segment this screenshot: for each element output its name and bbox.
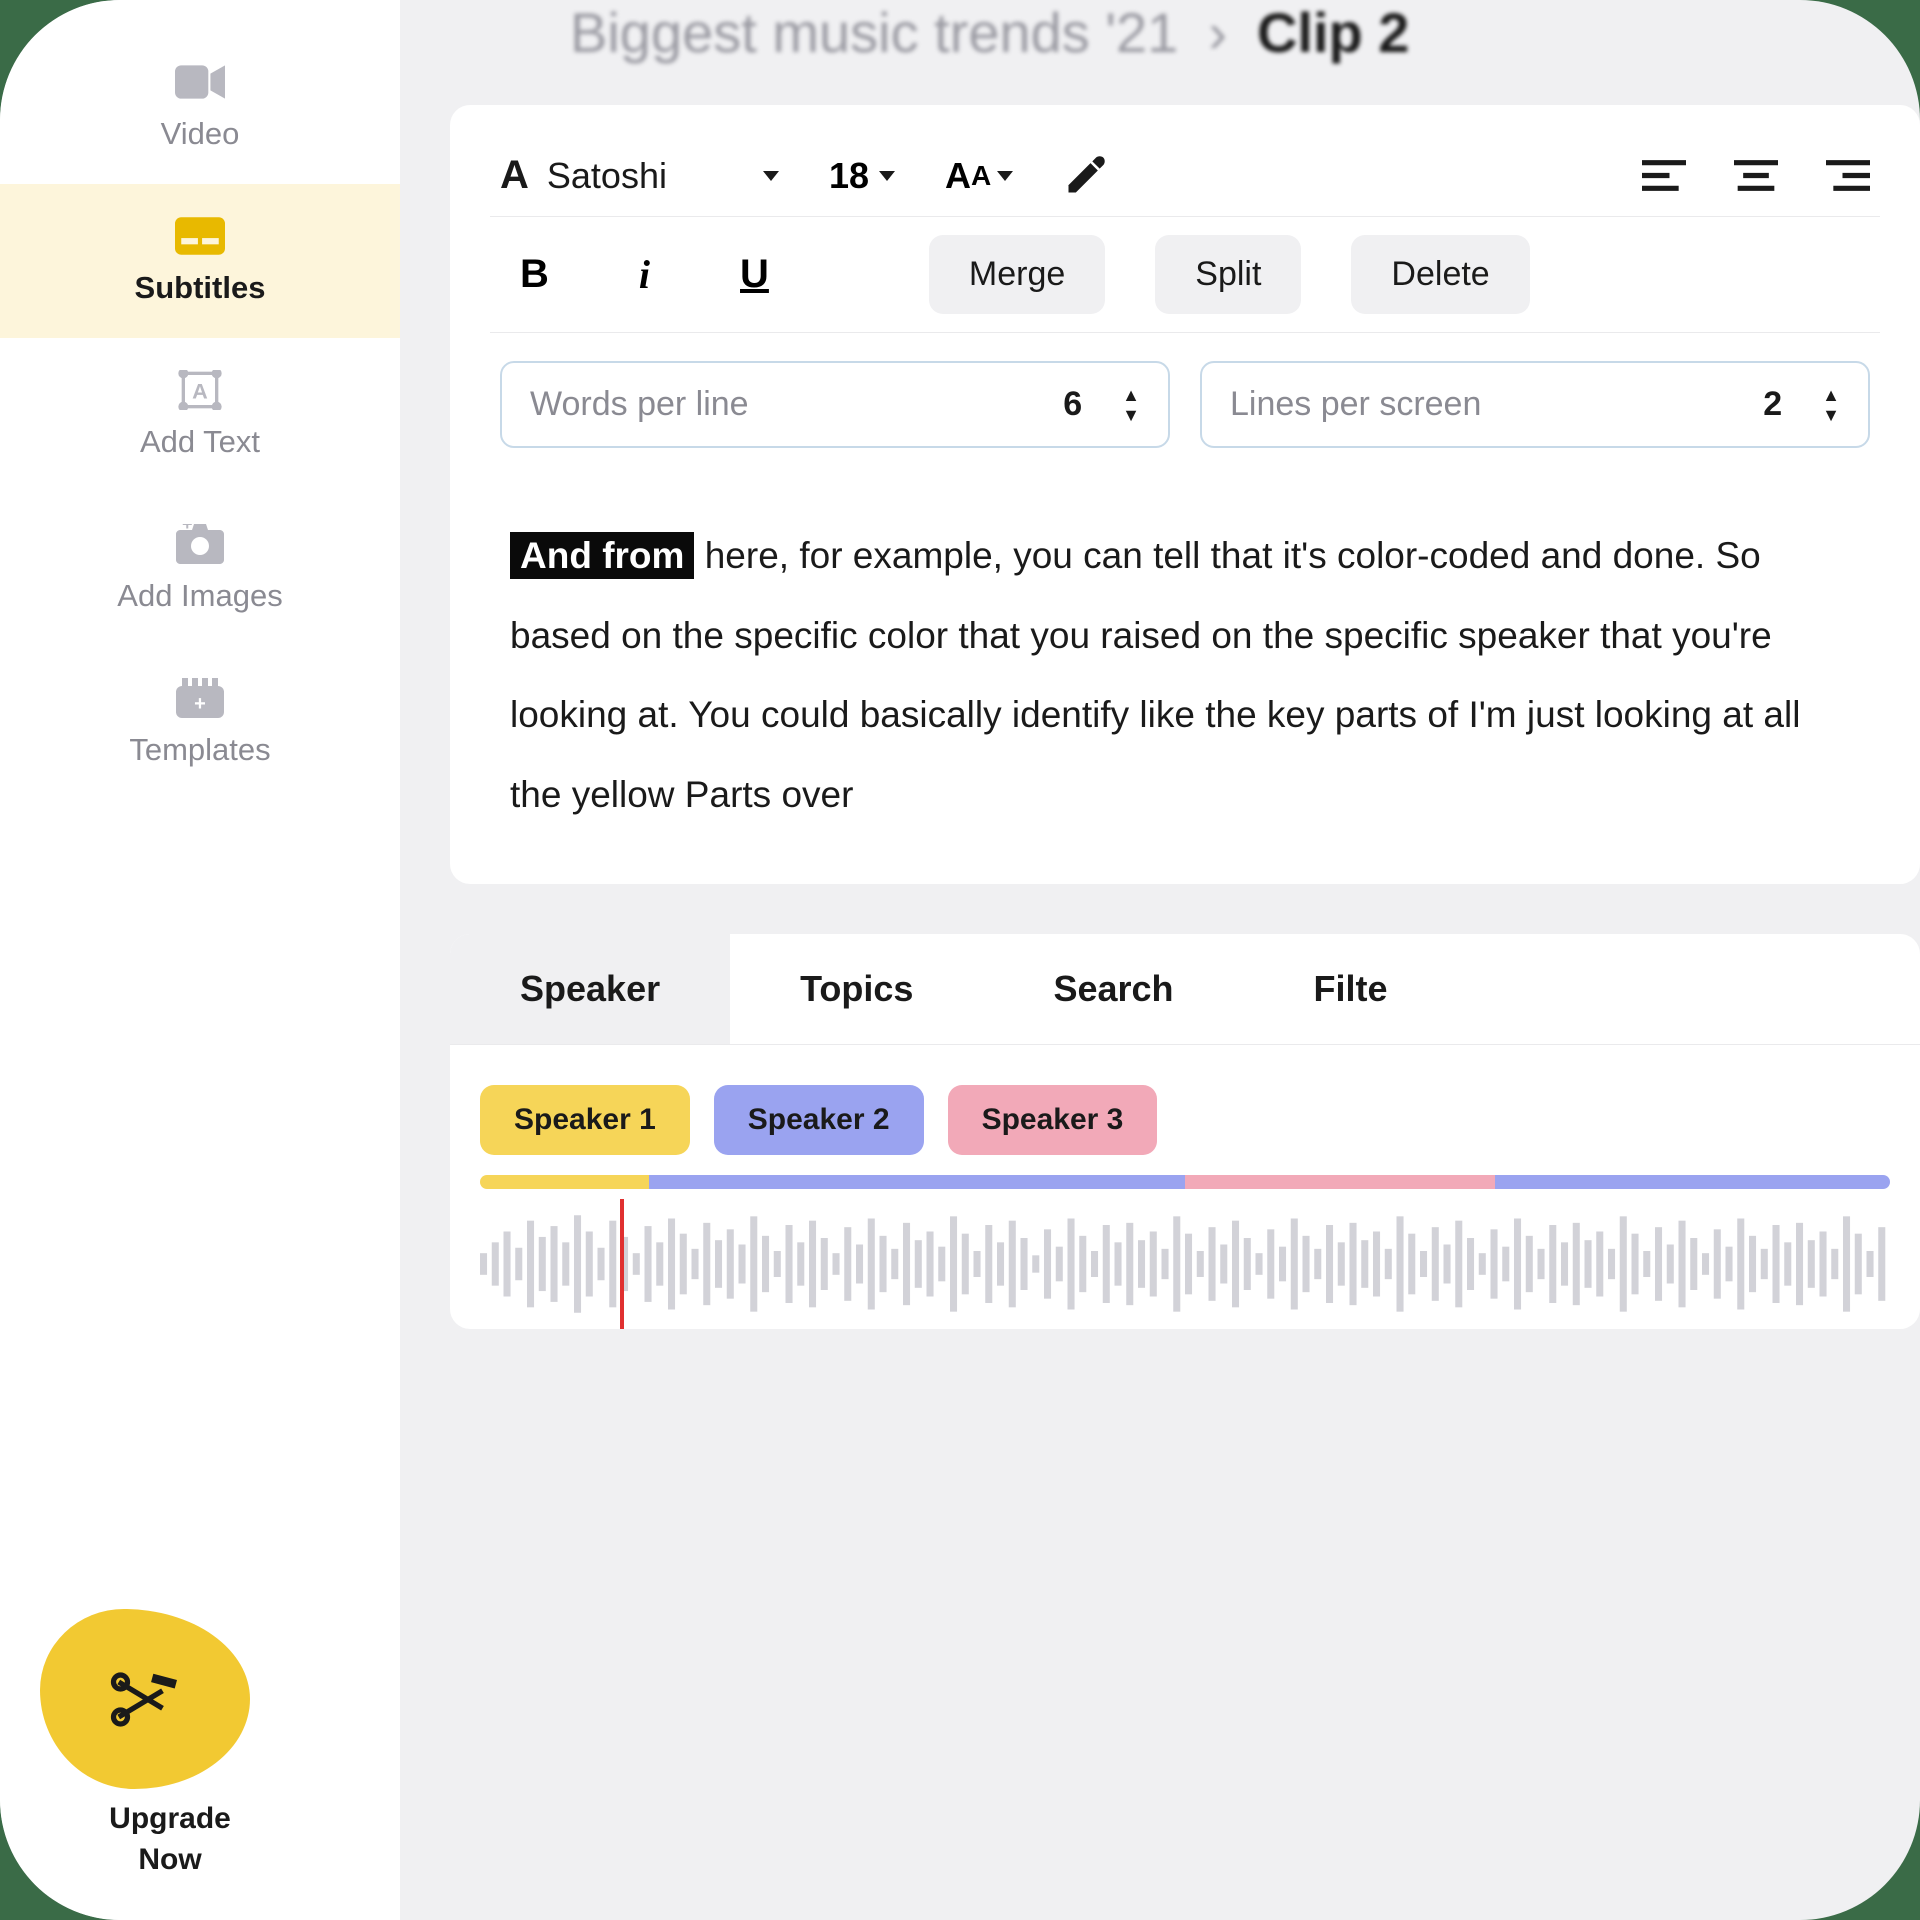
templates-icon: + (175, 678, 225, 718)
sidebar: Video Subtitles A Add Text + Add Images … (0, 0, 400, 1920)
nav-label: Add Images (117, 578, 282, 614)
scissors-icon (110, 1672, 180, 1727)
stepper-label: Lines per screen (1230, 385, 1723, 424)
words-per-line-stepper[interactable]: Words per line 6 ▲▼ (500, 361, 1170, 448)
split-button[interactable]: Split (1155, 235, 1301, 314)
timeline-segment (480, 1175, 649, 1189)
font-a-icon: A (500, 153, 529, 198)
font-family-select[interactable]: A Satoshi (500, 153, 779, 198)
toolbar-row-1: A Satoshi 18 AA (490, 135, 1880, 217)
tabs: Speaker Topics Search Filte (450, 934, 1920, 1045)
speaker-3-chip[interactable]: Speaker 3 (948, 1085, 1158, 1155)
timeline-segment (1185, 1175, 1495, 1189)
upgrade-label: UpgradeNow (40, 1799, 300, 1880)
speaker-2-chip[interactable]: Speaker 2 (714, 1085, 924, 1155)
main-content: Biggest music trends '21 › Clip 2 A Sato… (400, 0, 1920, 1920)
nav-add-images[interactable]: + Add Images (0, 492, 400, 646)
images-icon: + (175, 524, 225, 564)
toolbar-row-2: B i U Merge Split Delete (490, 217, 1880, 333)
chevron-down-icon (997, 171, 1013, 181)
waveform-svg (480, 1199, 1890, 1329)
app-window: Video Subtitles A Add Text + Add Images … (0, 0, 1920, 1920)
svg-text:A: A (192, 378, 208, 403)
playhead[interactable] (620, 1199, 624, 1329)
speaker-timeline[interactable] (480, 1175, 1890, 1189)
chevron-down-icon (763, 171, 779, 181)
breadcrumb: Biggest music trends '21 › Clip 2 (450, 0, 1920, 105)
svg-text:+: + (194, 693, 206, 715)
stepper-label: Words per line (530, 385, 1023, 424)
stepper-arrows[interactable]: ▲▼ (1822, 386, 1840, 424)
italic-button[interactable]: i (619, 251, 670, 298)
timeline-segment (649, 1175, 1185, 1189)
font-size-value: 18 (829, 155, 869, 197)
nav-subtitles[interactable]: Subtitles (0, 184, 400, 338)
delete-button[interactable]: Delete (1351, 235, 1529, 314)
nav-label: Subtitles (135, 270, 266, 306)
tab-search[interactable]: Search (983, 934, 1243, 1044)
highlighted-words[interactable]: And from (510, 532, 694, 579)
stepper-value: 2 (1763, 385, 1782, 424)
timeline-segment (1495, 1175, 1890, 1189)
stepper-row: Words per line 6 ▲▼ Lines per screen 2 ▲… (490, 333, 1880, 476)
breadcrumb-current: Clip 2 (1257, 0, 1409, 65)
nav-video[interactable]: Video (0, 30, 400, 184)
tabs-panel: Speaker Topics Search Filte Speaker 1 Sp… (450, 934, 1920, 1329)
chevron-right-icon: › (1208, 0, 1227, 65)
speaker-1-chip[interactable]: Speaker 1 (480, 1085, 690, 1155)
font-name: Satoshi (547, 155, 667, 197)
align-left-icon[interactable] (1642, 154, 1686, 198)
nav-add-text[interactable]: A Add Text (0, 338, 400, 492)
subtitles-icon (175, 216, 225, 256)
merge-button[interactable]: Merge (929, 235, 1105, 314)
text-case-select[interactable]: AA (945, 155, 1013, 197)
transcript-text[interactable]: And from here, for example, you can tell… (490, 476, 1880, 834)
font-size-select[interactable]: 18 (829, 155, 895, 197)
nav-label: Add Text (140, 424, 260, 460)
nav-templates[interactable]: + Templates (0, 646, 400, 800)
align-center-icon[interactable] (1734, 154, 1778, 198)
align-right-icon[interactable] (1826, 154, 1870, 198)
bold-button[interactable]: B (500, 252, 569, 297)
upgrade-blob (40, 1609, 250, 1789)
stepper-arrows[interactable]: ▲▼ (1122, 386, 1140, 424)
breadcrumb-project[interactable]: Biggest music trends '21 (570, 0, 1178, 65)
speaker-chips: Speaker 1 Speaker 2 Speaker 3 (450, 1045, 1920, 1175)
svg-text:+: + (182, 524, 193, 534)
video-icon (175, 62, 225, 102)
tab-filter[interactable]: Filte (1244, 934, 1458, 1044)
underline-button[interactable]: U (720, 252, 789, 297)
upgrade-now[interactable]: UpgradeNow (40, 1609, 300, 1880)
text-icon: A (175, 370, 225, 410)
transcript-rest[interactable]: here, for example, you can tell that it'… (510, 535, 1800, 815)
color-picker-icon[interactable] (1063, 154, 1107, 198)
stepper-value: 6 (1063, 385, 1082, 424)
tab-speaker[interactable]: Speaker (450, 934, 730, 1044)
nav-label: Video (161, 116, 240, 152)
tab-topics[interactable]: Topics (730, 934, 983, 1044)
waveform[interactable] (480, 1199, 1890, 1329)
chevron-down-icon (879, 171, 895, 181)
editor-panel: A Satoshi 18 AA (450, 105, 1920, 884)
lines-per-screen-stepper[interactable]: Lines per screen 2 ▲▼ (1200, 361, 1870, 448)
nav-label: Templates (129, 732, 270, 768)
